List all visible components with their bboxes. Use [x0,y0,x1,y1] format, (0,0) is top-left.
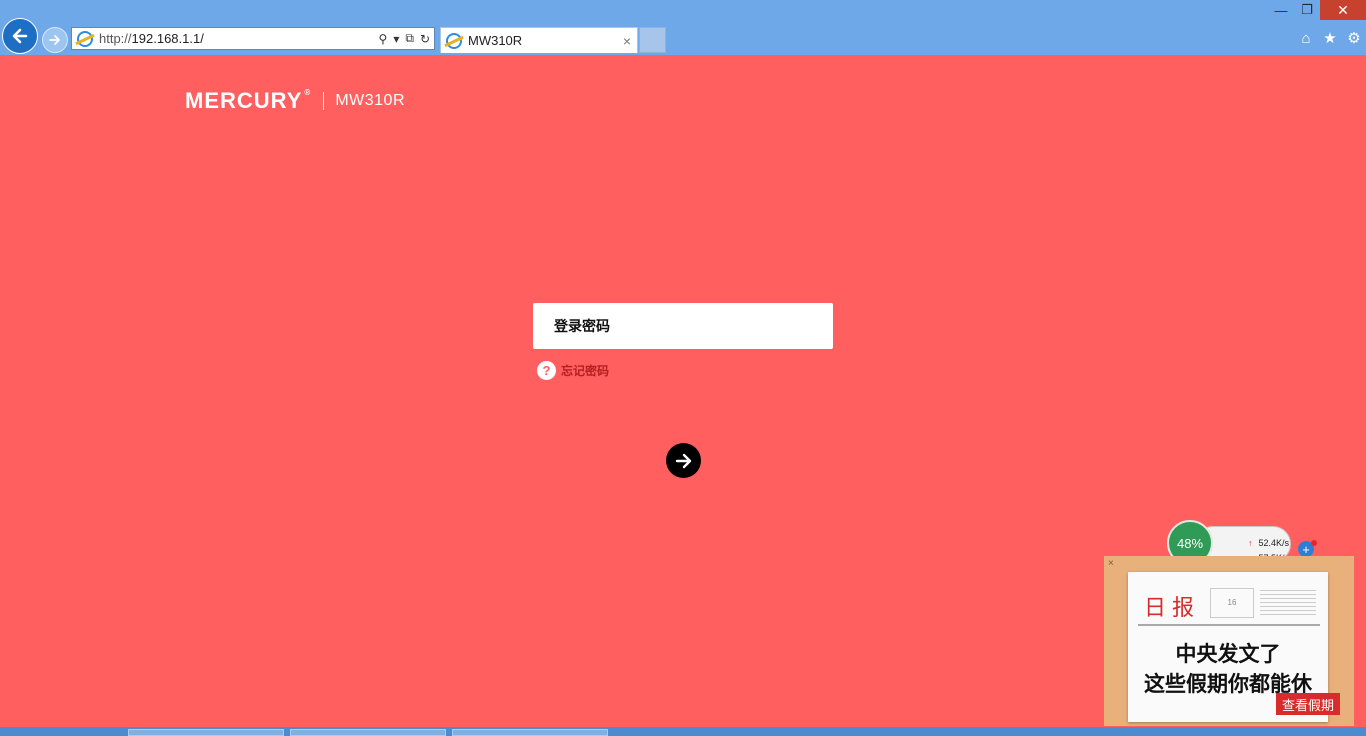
login-button[interactable] [666,443,701,478]
password-input[interactable] [533,303,833,349]
upload-speed: ↑ 52.4K/s [1248,538,1290,548]
chevron-down-icon[interactable]: ▾ [393,32,399,46]
upload-arrow-icon: ↑ [1248,538,1253,548]
address-bar[interactable]: http://192.168.1.1/ ⚲ ▾ ⧉ ↻ [71,27,435,50]
newspaper-masthead: 日报 [1144,596,1201,621]
close-window-button[interactable]: ✕ [1320,0,1366,20]
browser-chrome: http://192.168.1.1/ ⚲ ▾ ⧉ ↻ MW310R × — ❐… [0,0,1366,55]
newspaper-date: 16 [1210,588,1254,618]
logo-divider [323,92,325,110]
window-controls: — ❐ ✕ [1268,0,1366,20]
ie-page-icon [77,30,93,47]
url-text[interactable]: http://192.168.1.1/ [99,31,204,46]
model-name: MW310R [335,92,406,109]
tab-close-icon[interactable]: × [623,33,631,49]
newspaper-rule [1138,624,1320,626]
forward-arrow-icon [49,35,60,45]
search-icon[interactable]: ⚲ [379,32,388,46]
arrow-right-icon [675,453,691,468]
back-arrow-icon [12,28,28,44]
new-tab-button[interactable] [639,27,666,53]
tab-title: MW310R [468,33,523,48]
brand-header: MERCURY ® MW310R [185,88,405,114]
forgot-password[interactable]: ? 忘记密码 [537,361,609,380]
tab-mw310r[interactable]: MW310R × [440,27,638,53]
ad-popup[interactable]: × 日报 16 中央发文了 这些假期你都能休 查看假期 [1104,556,1354,726]
gear-icon[interactable]: ⚙ [1346,30,1362,47]
taskbar [0,727,1366,736]
taskbar-item[interactable] [452,729,608,736]
view-holidays-button[interactable]: 查看假期 [1276,693,1340,715]
forward-button[interactable] [42,27,68,53]
taskbar-item[interactable] [128,729,284,736]
ie-tab-icon [446,32,462,49]
restore-button[interactable]: ❐ [1294,0,1320,20]
forgot-password-link[interactable]: 忘记密码 [561,362,609,379]
refresh-icon[interactable]: ↻ [420,32,430,46]
favorites-star-icon[interactable]: ★ [1322,30,1338,47]
compatibility-icon[interactable]: ⧉ [405,31,414,46]
ad-headline-1: 中央发文了 [1175,643,1281,666]
browser-toolbar: ⌂ ★ ⚙ [1298,30,1362,48]
notification-dot [1311,540,1317,546]
home-icon[interactable]: ⌂ [1298,30,1314,47]
taskbar-item[interactable] [290,729,446,736]
newspaper-lines [1260,590,1316,618]
help-question-icon[interactable]: ? [537,361,556,380]
minimize-button[interactable]: — [1268,0,1294,20]
back-button[interactable] [2,18,38,54]
brand-logo: MERCURY ® [185,88,312,113]
ad-close-icon[interactable]: × [1108,558,1114,569]
